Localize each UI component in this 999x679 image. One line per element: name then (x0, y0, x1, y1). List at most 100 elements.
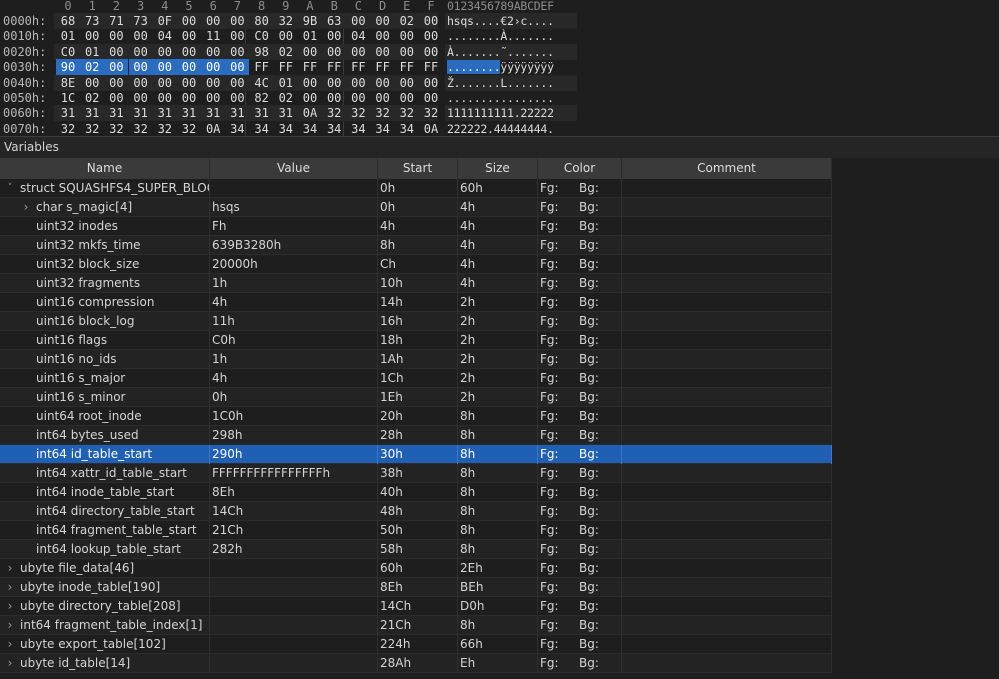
hex-byte[interactable]: FF (395, 59, 419, 75)
hex-byte[interactable]: 00 (225, 90, 249, 106)
variable-comment-cell[interactable] (624, 407, 832, 426)
bg-color-label[interactable]: Bg: (579, 483, 599, 502)
hex-byte[interactable]: 00 (395, 90, 419, 106)
variable-value-cell[interactable]: 4h (212, 369, 378, 388)
hex-byte[interactable]: 00 (395, 28, 419, 44)
variable-comment-cell[interactable] (624, 540, 832, 559)
hex-byte[interactable]: 00 (298, 75, 322, 91)
hex-byte[interactable]: 00 (153, 90, 177, 106)
variable-row[interactable]: ˅ struct SQUASHFS4_SUPER_BLOC... 0h 60h Fg: B… (0, 179, 832, 198)
hex-byte[interactable]: 00 (104, 59, 129, 76)
hex-byte[interactable]: 0A (419, 121, 443, 137)
bg-color-label[interactable]: Bg: (579, 369, 599, 388)
variable-comment-cell[interactable] (624, 578, 832, 597)
hex-byte[interactable]: 00 (177, 75, 201, 91)
variable-start-cell[interactable]: 8Eh (380, 578, 458, 597)
variable-start-cell[interactable]: 8h (380, 236, 458, 255)
hex-byte[interactable]: 00 (322, 75, 346, 91)
fg-color-label[interactable]: Fg: (540, 331, 559, 350)
bg-color-label[interactable]: Bg: (579, 255, 599, 274)
variable-row[interactable]: int64 directory_table_start 14Ch 48h 8h Fg: B… (0, 502, 832, 521)
fg-color-label[interactable]: Fg: (540, 540, 559, 559)
hex-byte[interactable]: 02 (274, 90, 298, 106)
bg-color-label[interactable]: Bg: (579, 540, 599, 559)
expand-chevron-icon[interactable]: › (21, 198, 31, 217)
fg-color-label[interactable]: Fg: (540, 217, 559, 236)
hex-byte[interactable]: FF (371, 59, 395, 75)
hex-byte[interactable]: 00 (346, 44, 370, 60)
hex-byte[interactable]: 32 (129, 121, 153, 137)
variable-start-cell[interactable]: 48h (380, 502, 458, 521)
bg-color-label[interactable]: Bg: (579, 350, 599, 369)
variable-start-cell[interactable]: Ch (380, 255, 458, 274)
variable-row[interactable]: int64 xattr_id_table_start FFFFFFFFFFFFFF… (0, 464, 832, 483)
hex-byte[interactable]: 02 (80, 90, 104, 106)
expand-chevron-icon[interactable]: › (5, 616, 15, 635)
hex-byte[interactable]: 00 (153, 44, 177, 60)
variable-color-cell[interactable]: Fg: Bg: (540, 236, 622, 255)
variable-row[interactable]: uint16 flags C0h 18h 2h Fg: Bg: (0, 331, 832, 350)
hex-byte[interactable]: 00 (322, 90, 346, 106)
fg-color-label[interactable]: Fg: (540, 654, 559, 673)
hex-byte[interactable]: 9B (298, 13, 322, 29)
variable-row[interactable]: uint32 mkfs_time 639B3280h 8h 4h Fg: Bg: (0, 236, 832, 255)
expand-chevron-icon[interactable]: › (5, 635, 15, 654)
variable-name-cell[interactable]: int64 xattr_id_table_start (36, 464, 210, 483)
variable-size-cell[interactable]: 2h (460, 331, 538, 350)
hex-row[interactable]: 0010h: 01 00 00 00 04 00 11 00 C0 00 01 00 04 00 00 00..… (0, 28, 999, 44)
hex-byte[interactable]: 98 (250, 44, 274, 60)
expand-chevron-icon[interactable]: › (5, 559, 15, 578)
hex-byte[interactable]: 34 (298, 121, 322, 137)
variable-value-cell[interactable]: 4h (212, 293, 378, 312)
variable-start-cell[interactable]: 14Ch (380, 597, 458, 616)
hex-byte[interactable]: FF (419, 59, 443, 75)
variable-size-cell[interactable]: 4h (460, 198, 538, 217)
variable-size-cell[interactable]: 8h (460, 445, 538, 464)
hex-byte[interactable]: 32 (346, 105, 370, 121)
variable-row[interactable]: uint16 block_log 11h 16h 2h Fg: Bg: (0, 312, 832, 331)
variable-color-cell[interactable]: Fg: Bg: (540, 578, 622, 597)
variables-grid[interactable]: Name Value Start Size Color Comment ˅ struct SQ… (0, 158, 832, 679)
hex-byte[interactable]: 04 (153, 28, 177, 44)
variable-name-cell[interactable]: int64 id_table_start (36, 445, 210, 464)
bg-color-label[interactable]: Bg: (579, 331, 599, 350)
hex-byte[interactable]: 31 (201, 105, 225, 121)
hex-byte[interactable]: C0 (56, 44, 80, 60)
variable-start-cell[interactable]: 20h (380, 407, 458, 426)
hex-byte[interactable]: 32 (153, 121, 177, 137)
variable-size-cell[interactable]: 8h (460, 502, 538, 521)
variable-name-cell[interactable]: uint32 inodes (36, 217, 210, 236)
variable-color-cell[interactable]: Fg: Bg: (540, 369, 622, 388)
variable-name-cell[interactable]: ubyte directory_table[208] (20, 597, 210, 616)
bg-color-label[interactable]: Bg: (579, 426, 599, 445)
variable-size-cell[interactable]: 4h (460, 217, 538, 236)
bg-color-label[interactable]: Bg: (579, 198, 599, 217)
hex-byte[interactable]: 32 (395, 105, 419, 121)
variable-row[interactable]: › int64 fragment_table_index[1] 21Ch 8h Fg: B… (0, 616, 832, 635)
hex-byte[interactable]: 00 (129, 90, 153, 106)
variable-color-cell[interactable]: Fg: Bg: (540, 464, 622, 483)
variable-row[interactable]: › ubyte directory_table[208] 14Ch D0h Fg: Bg: (0, 597, 832, 616)
expand-chevron-icon[interactable]: › (5, 578, 15, 597)
hex-byte[interactable]: 31 (104, 105, 128, 121)
variable-name-cell[interactable]: uint16 flags (36, 331, 210, 350)
hex-byte[interactable]: 1C (56, 90, 80, 106)
hex-byte[interactable]: 00 (129, 28, 153, 44)
variable-name-cell[interactable]: int64 lookup_table_start (36, 540, 210, 559)
variable-comment-cell[interactable] (624, 597, 832, 616)
hex-byte[interactable]: 01 (56, 28, 80, 44)
fg-color-label[interactable]: Fg: (540, 597, 559, 616)
variable-color-cell[interactable]: Fg: Bg: (540, 407, 622, 426)
hex-byte[interactable]: 34 (250, 121, 274, 137)
hex-row[interactable]: 0070h: 32 32 32 32 32 32 0A 34 34 34 34 34 34 34 34 0A 22… (0, 121, 999, 137)
hex-byte[interactable]: 71 (104, 13, 128, 29)
hex-byte[interactable]: 4C (250, 75, 274, 91)
variable-color-cell[interactable]: Fg: Bg: (540, 445, 622, 464)
bg-color-label[interactable]: Bg: (579, 312, 599, 331)
fg-color-label[interactable]: Fg: (540, 255, 559, 274)
variable-row[interactable]: › ubyte file_data[46] 60h 2Eh Fg: Bg: (0, 559, 832, 578)
variable-row[interactable]: int64 inode_table_start 8Eh 40h 8h Fg: Bg: (0, 483, 832, 502)
variable-value-cell[interactable] (212, 559, 378, 578)
hex-byte[interactable]: 00 (104, 44, 128, 60)
hex-byte[interactable]: 31 (250, 105, 274, 121)
